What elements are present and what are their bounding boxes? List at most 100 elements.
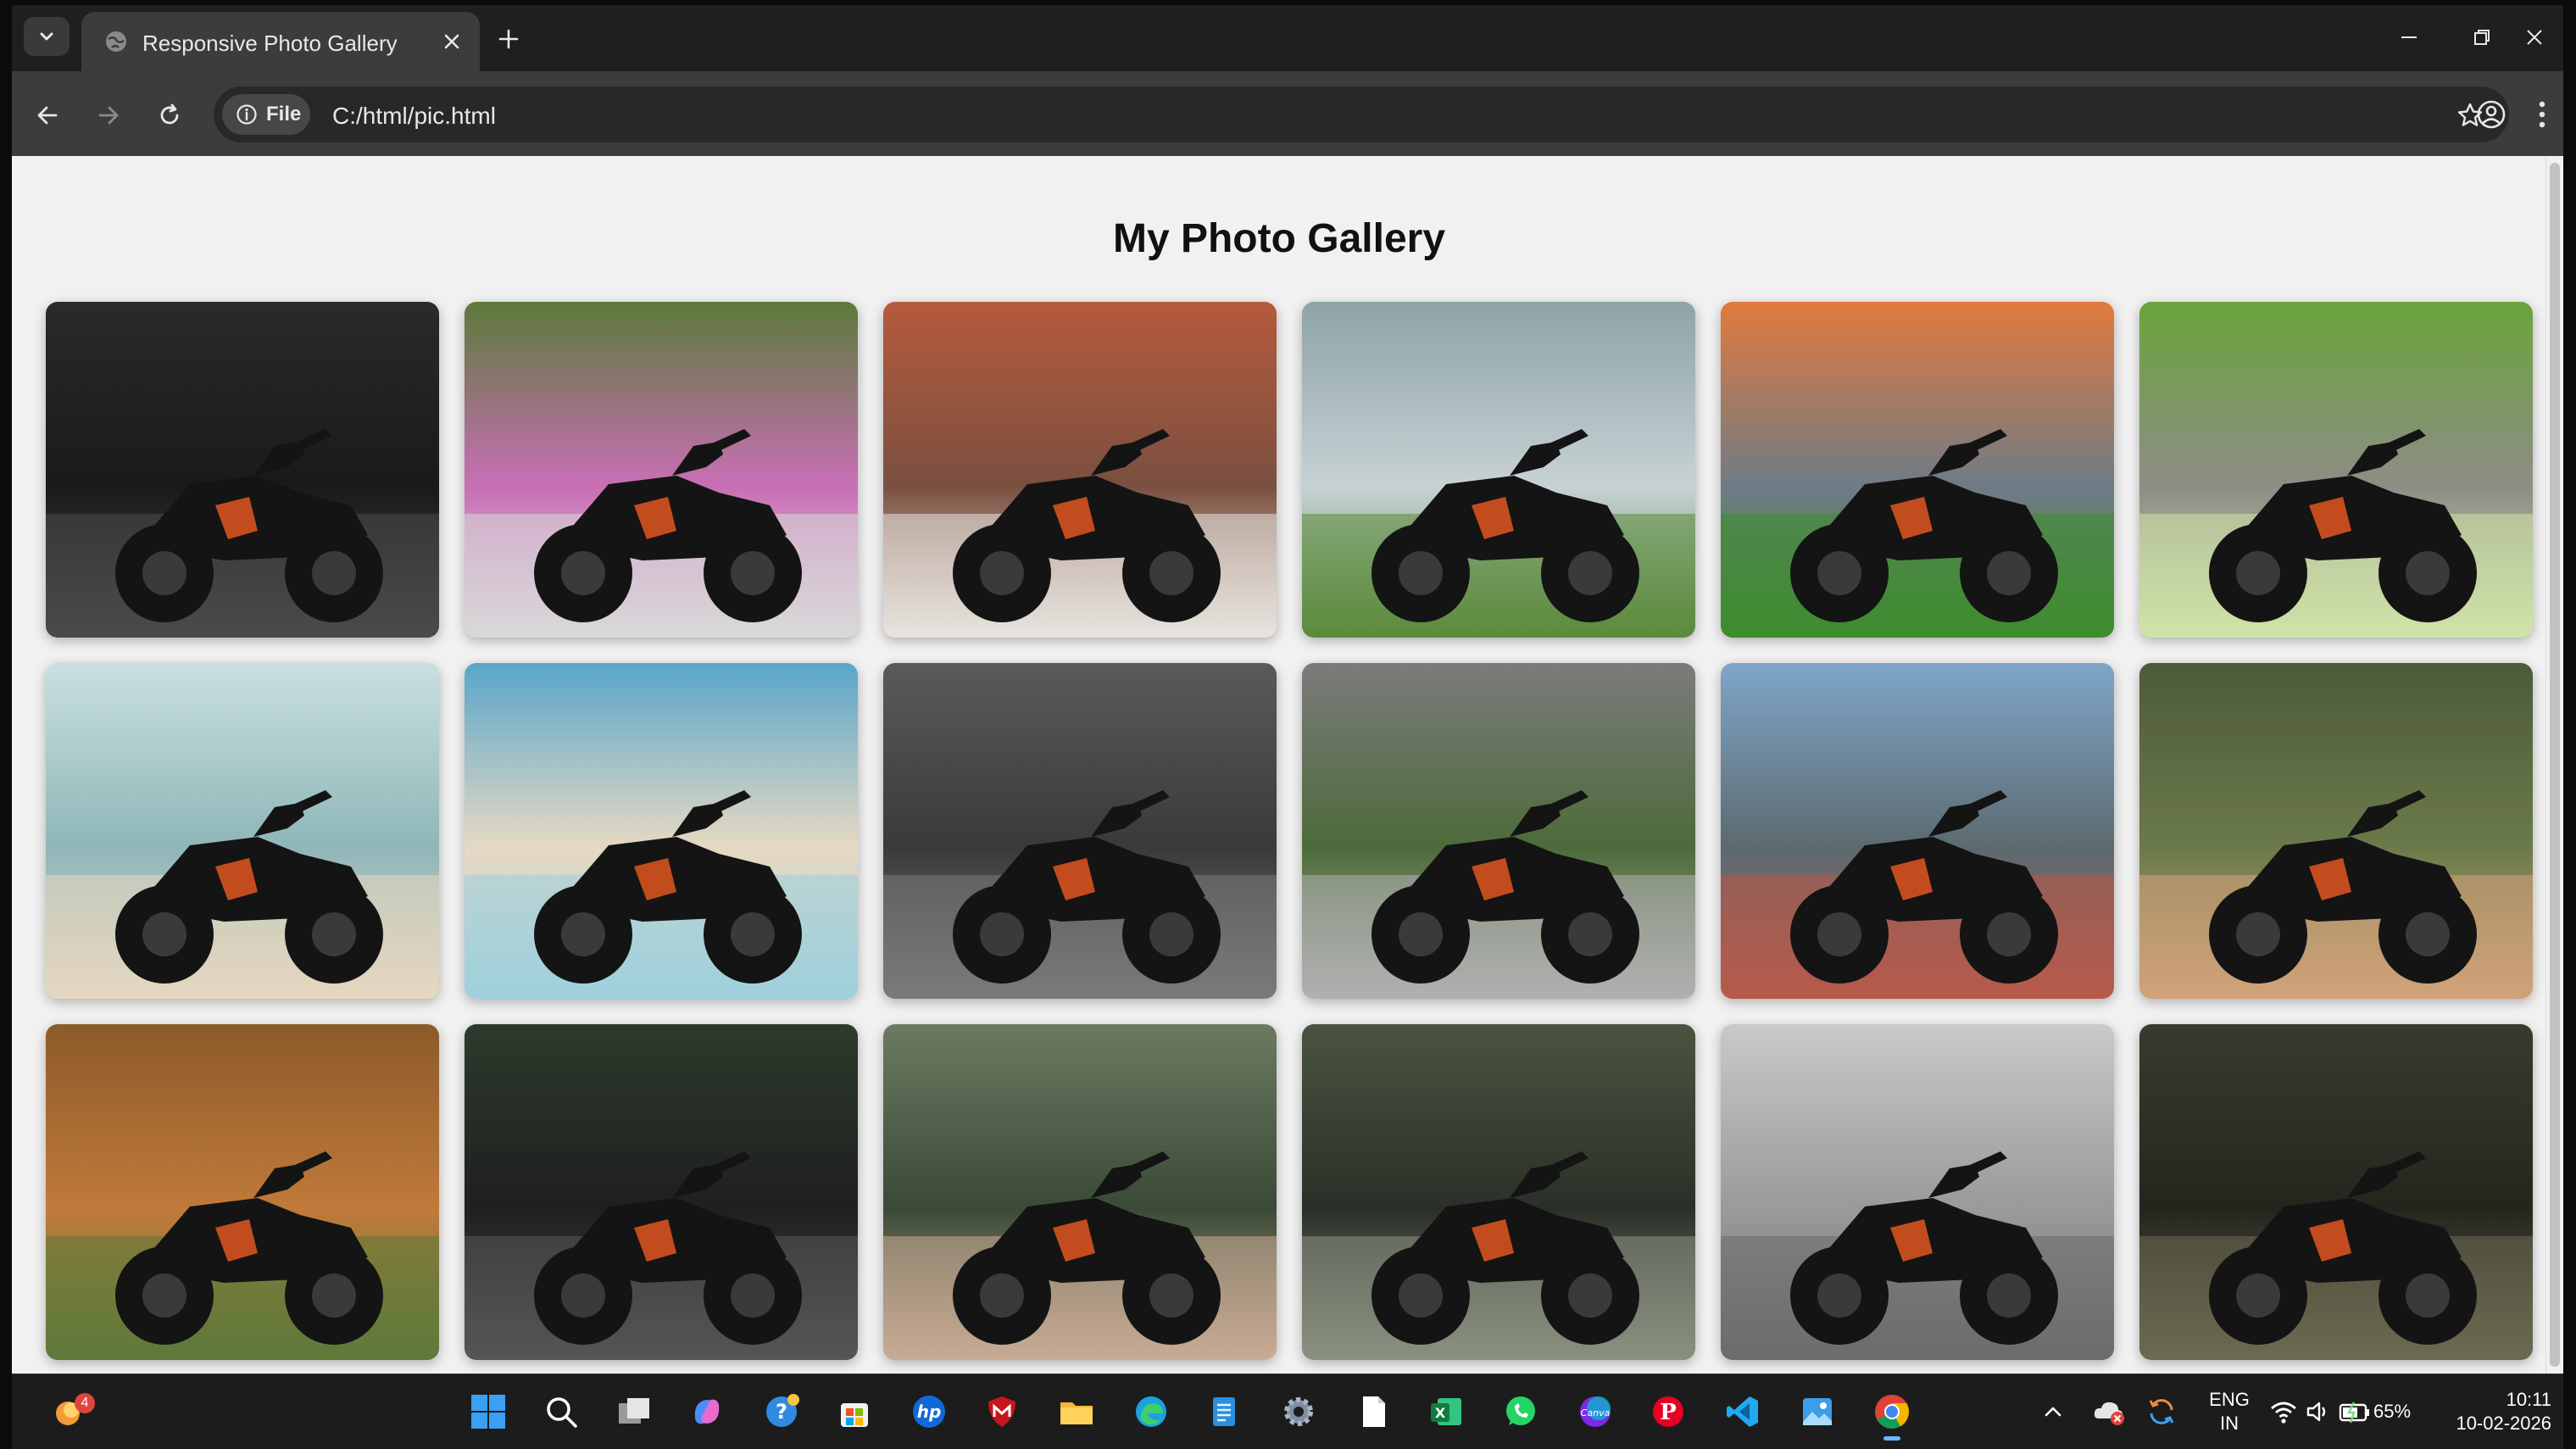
- widgets-button[interactable]: 4: [46, 1388, 95, 1435]
- search-button[interactable]: [537, 1388, 585, 1435]
- photos-app-button[interactable]: [1794, 1388, 1841, 1435]
- minimize-button[interactable]: [2387, 19, 2431, 56]
- copilot-button[interactable]: [683, 1388, 731, 1435]
- reload-icon: [160, 103, 179, 125]
- gallery-photo-wet-rocks[interactable]: [2139, 1024, 2533, 1360]
- wifi-status[interactable]: [2267, 1388, 2301, 1435]
- gallery-photo-tall-forest[interactable]: [2139, 663, 2533, 999]
- profile-icon: [2477, 100, 2506, 129]
- url-text: C:/html/pic.html: [332, 103, 496, 129]
- photo-image: [883, 1024, 1277, 1360]
- volume-status[interactable]: [2302, 1388, 2333, 1435]
- gallery-photo-lake-grass[interactable]: [1302, 302, 1695, 638]
- info-icon: [236, 104, 257, 125]
- chrome-button[interactable]: [1868, 1388, 1916, 1441]
- vscode-icon: [1727, 1396, 1758, 1427]
- language-code: ENG: [2209, 1389, 2250, 1410]
- clock-time: 10:11: [2506, 1389, 2551, 1410]
- task-view-button[interactable]: [610, 1388, 658, 1435]
- gallery-photo-flowers-wall[interactable]: [465, 302, 858, 638]
- gallery-photo-gate-wall[interactable]: [1302, 663, 1695, 999]
- folder-icon: [1060, 1402, 1093, 1424]
- minimize-icon: [2401, 36, 2417, 38]
- settings-button[interactable]: [1275, 1388, 1322, 1435]
- page-scrollbar[interactable]: [2545, 156, 2563, 1374]
- help-app-button[interactable]: ?: [758, 1388, 805, 1435]
- file-explorer-button[interactable]: [1053, 1388, 1100, 1435]
- photo-image: [1302, 1024, 1695, 1360]
- copilot-icon: [694, 1399, 720, 1424]
- new-tab-button[interactable]: [492, 22, 526, 56]
- gallery-photo-beach-rider[interactable]: [465, 663, 858, 999]
- excel-button[interactable]: X: [1422, 1388, 1470, 1435]
- site-info-chip[interactable]: File: [222, 94, 310, 135]
- gallery-photo-dense-forest[interactable]: [1302, 1024, 1695, 1360]
- photo-image: [46, 302, 439, 638]
- edge-icon: [1136, 1396, 1166, 1427]
- close-window-button[interactable]: [2512, 19, 2557, 56]
- gallery-photo-brick-house[interactable]: [883, 302, 1277, 638]
- edge-button[interactable]: [1127, 1388, 1175, 1435]
- notepad-button[interactable]: [1200, 1388, 1248, 1435]
- tab-close-button[interactable]: [437, 27, 466, 56]
- hp-app-button[interactable]: hp: [905, 1388, 953, 1435]
- scrollbar-thumb[interactable]: [2550, 163, 2560, 1367]
- battery-percentage: 65%: [2373, 1401, 2412, 1422]
- back-button[interactable]: [27, 95, 68, 136]
- vscode-button[interactable]: [1719, 1388, 1766, 1435]
- gear-icon: [1284, 1397, 1313, 1426]
- close-window-icon: [2527, 30, 2542, 45]
- start-button[interactable]: [465, 1388, 512, 1435]
- gallery-photo-misty-forest[interactable]: [883, 1024, 1277, 1360]
- forward-button[interactable]: [88, 95, 129, 136]
- profile-button[interactable]: [2470, 93, 2512, 136]
- gallery-photo-orange-sky-field[interactable]: [1721, 302, 2114, 638]
- document-icon: [1363, 1396, 1385, 1427]
- restore-button[interactable]: [2460, 19, 2504, 56]
- pinterest-button[interactable]: P: [1644, 1388, 1692, 1435]
- browser-menu-button[interactable]: [2521, 93, 2563, 136]
- more-vertical-icon: [2539, 101, 2545, 128]
- task-view-icon: [619, 1398, 649, 1424]
- gallery-photo-dark-road[interactable]: [465, 1024, 858, 1360]
- gallery-photo-overcast-beach[interactable]: [1721, 1024, 2114, 1360]
- canva-button[interactable]: Canva: [1572, 1388, 1619, 1435]
- clock-date: 10-02-2026: [2456, 1413, 2551, 1434]
- show-hidden-icons-button[interactable]: [2029, 1388, 2077, 1435]
- photo-image: [46, 1024, 439, 1360]
- microsoft-store-button[interactable]: [831, 1388, 878, 1435]
- photo-image: [465, 663, 858, 999]
- photo-image: [1302, 302, 1695, 638]
- onedrive-status-button[interactable]: [2085, 1388, 2133, 1435]
- gallery-photo-mountain-red-soil[interactable]: [1721, 663, 2114, 999]
- site-chip-label: File: [266, 103, 302, 125]
- photo-image: [2139, 302, 2533, 638]
- tab-search-button[interactable]: [24, 17, 70, 56]
- clock[interactable]: 10:11 10-02-2026: [2441, 1388, 2551, 1435]
- reload-button[interactable]: [149, 95, 190, 136]
- address-bar[interactable]: File C:/html/pic.html: [214, 86, 2509, 142]
- photo-image: [46, 663, 439, 999]
- mcafee-button[interactable]: [978, 1388, 1026, 1435]
- whatsapp-button[interactable]: [1497, 1388, 1544, 1435]
- cloud-error-icon: [2094, 1402, 2124, 1425]
- svg-text:X: X: [1435, 1405, 1446, 1421]
- windows-taskbar: 4 ? hp X Canva P ENG IN 65% 10:11 10-02-…: [12, 1374, 2563, 1449]
- gallery-photo-autumn-leaves[interactable]: [46, 1024, 439, 1360]
- gallery-photo-grey-palms[interactable]: [883, 663, 1277, 999]
- gallery-photo-beach-shore[interactable]: [46, 663, 439, 999]
- battery-status[interactable]: [2336, 1388, 2373, 1435]
- language-indicator[interactable]: ENG IN: [2204, 1388, 2255, 1435]
- battery-charging-icon: [2339, 1402, 2369, 1424]
- close-icon: [444, 34, 459, 49]
- photo-image: [1302, 663, 1695, 999]
- file-app-button[interactable]: [1349, 1388, 1397, 1435]
- active-tab[interactable]: Responsive Photo Gallery: [81, 12, 480, 71]
- sync-status-button[interactable]: [2138, 1388, 2185, 1435]
- excel-icon: X: [1431, 1398, 1461, 1425]
- gallery-photo-forest-road[interactable]: [2139, 302, 2533, 638]
- chevron-up-icon: [2045, 1407, 2061, 1417]
- gallery-photo-dark-studio[interactable]: [46, 302, 439, 638]
- plus-icon: [498, 29, 519, 49]
- search-icon: [547, 1397, 577, 1428]
